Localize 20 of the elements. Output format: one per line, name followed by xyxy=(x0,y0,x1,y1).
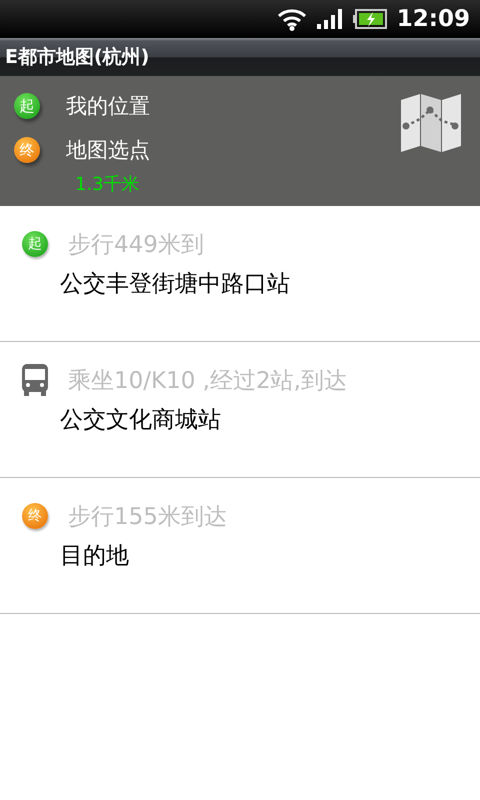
clock-time: 12:09 xyxy=(396,6,470,32)
route-distance: 1.3千米 xyxy=(75,173,141,196)
step-instruction: 乘坐10/K10 ,经过2站,到达 xyxy=(68,366,347,396)
step-instruction: 步行155米到达 xyxy=(68,502,227,532)
step-destination: 目的地 xyxy=(60,542,130,571)
signal-icon xyxy=(316,9,343,29)
start-badge: 起 xyxy=(22,231,48,257)
start-location[interactable]: 我的位置 xyxy=(66,92,150,120)
start-badge: 起 xyxy=(14,93,40,119)
window-title: E都市地图(杭州) xyxy=(5,45,150,70)
end-badge: 终 xyxy=(14,137,40,163)
battery-charging-icon xyxy=(352,9,387,29)
bus-icon xyxy=(22,364,48,396)
map-icon[interactable] xyxy=(400,92,462,154)
end-badge: 终 xyxy=(22,503,48,529)
step-destination: 公交文化商城站 xyxy=(60,406,222,435)
step-destination: 公交丰登街塘中路口站 xyxy=(60,270,291,299)
end-location[interactable]: 地图选点 xyxy=(66,136,150,164)
step-instruction: 步行449米到 xyxy=(68,230,204,260)
wifi-icon xyxy=(276,7,307,31)
